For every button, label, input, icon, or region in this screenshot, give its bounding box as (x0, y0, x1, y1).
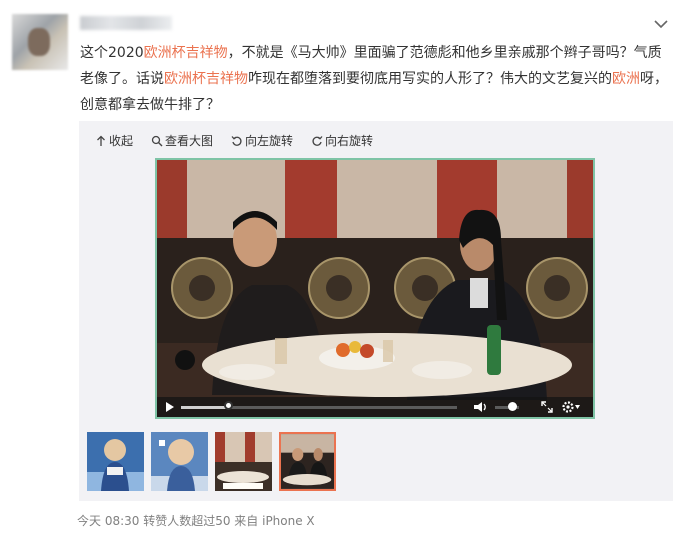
volume-icon[interactable] (473, 400, 489, 414)
thumbnail-2[interactable] (151, 432, 208, 491)
rotate-left-button[interactable]: 向左旋转 (231, 132, 293, 149)
username-blurred[interactable] (80, 16, 172, 30)
post-text-segment: 这个2020 (80, 45, 144, 61)
progress-fill (181, 406, 228, 409)
thumbnail-1[interactable] (87, 432, 144, 491)
rotate-left-icon (231, 135, 242, 146)
settings-gear-icon[interactable] (561, 400, 581, 414)
chevron-down-icon[interactable] (653, 17, 669, 31)
topic-link[interactable]: 欧洲杯吉祥物 (164, 71, 248, 87)
thumbnail-4-active[interactable] (279, 432, 336, 491)
thumbnail-3[interactable] (215, 432, 272, 491)
post-text-segment: 咋现在都堕落到要彻底用写实的人形了？伟大的文艺复兴的 (248, 71, 612, 87)
progress-bar[interactable] (181, 406, 457, 409)
rotate-right-icon (312, 135, 323, 146)
collapse-button[interactable]: 收起 (95, 132, 133, 149)
magnifier-icon (151, 135, 163, 146)
video-controls (157, 397, 593, 417)
collapse-label: 收起 (109, 134, 134, 148)
play-icon[interactable] (165, 400, 175, 414)
rotate-right-label: 向右旋转 (325, 134, 374, 148)
post-text: 这个2020欧洲杯吉祥物，不就是《马大帅》里面骗了范德彪和他乡里亲戚那个辫子哥吗… (80, 40, 675, 118)
video-player[interactable] (155, 158, 595, 419)
view-large-button[interactable]: 查看大图 (151, 132, 213, 149)
avatar[interactable] (12, 14, 68, 70)
fullscreen-icon[interactable] (540, 400, 554, 414)
progress-knob[interactable] (223, 401, 233, 410)
thumbnail-strip (87, 432, 336, 491)
rotate-left-label: 向左旋转 (245, 134, 294, 148)
rotate-right-button[interactable]: 向右旋转 (311, 132, 373, 149)
post-meta: 今天 08:30 转赞人数超过50 来自 iPhone X (77, 514, 315, 528)
topic-link[interactable]: 欧洲杯吉祥物 (144, 45, 228, 61)
view-large-label: 查看大图 (165, 134, 214, 148)
arrow-up-icon (97, 135, 105, 146)
media-card: 收起 查看大图 向左旋转 向右旋转 (79, 121, 673, 501)
media-toolbar: 收起 查看大图 向左旋转 向右旋转 (95, 132, 373, 149)
topic-link[interactable]: 欧洲 (612, 71, 640, 87)
volume-knob[interactable] (507, 402, 517, 411)
video-frame (157, 160, 593, 417)
